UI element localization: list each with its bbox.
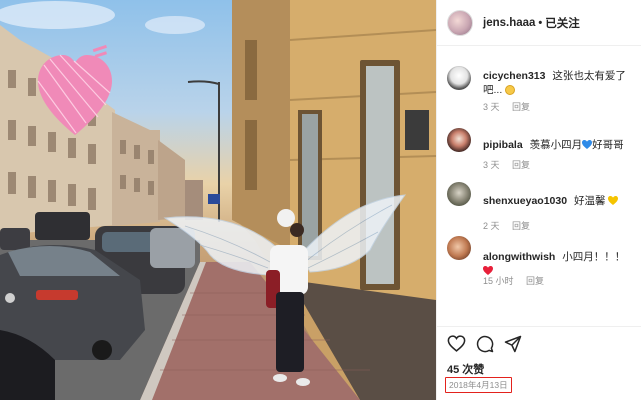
likes-count[interactable]: 45 次赞 bbox=[447, 361, 484, 377]
comment-username[interactable]: pipibala bbox=[483, 139, 523, 151]
action-icons-row bbox=[447, 335, 522, 353]
comment-text: pipibala 羡慕小四月 好哥哥 bbox=[483, 138, 635, 152]
street-scene-illustration bbox=[0, 0, 436, 400]
comment-time: 3 天 bbox=[483, 160, 500, 170]
comment-message: 羡慕小四月 bbox=[529, 139, 583, 151]
comment-item: pipibala 羡慕小四月 好哥哥 3 天 回复 bbox=[437, 118, 641, 176]
comment-meta: 3 天 回复 bbox=[483, 100, 540, 113]
author-username[interactable]: jens.haaa bbox=[483, 17, 535, 29]
comment-item: shenxueyao1030 好温馨 2 天 回复 bbox=[437, 172, 641, 231]
post-side-panel: jens.haaa • 已关注 cicychen313 这张也太有爱了吧... … bbox=[436, 0, 641, 400]
laughing-face-icon bbox=[505, 85, 516, 95]
comment-message: 小四月！！！ bbox=[562, 251, 626, 263]
comment-username[interactable]: alongwithwish bbox=[483, 251, 555, 263]
share-icon[interactable] bbox=[504, 335, 522, 353]
comment-time: 15 小时 bbox=[483, 276, 514, 286]
commenter-avatar[interactable] bbox=[447, 182, 471, 206]
comment-icon[interactable] bbox=[476, 335, 494, 353]
heart-icon[interactable] bbox=[447, 335, 466, 352]
comment-item: alongwithwish 小四月！！！ 15 小时 回复 bbox=[437, 226, 641, 287]
author-avatar[interactable] bbox=[447, 9, 473, 36]
reply-button[interactable]: 回复 bbox=[512, 160, 530, 170]
yellow-heart-icon bbox=[608, 196, 619, 205]
comment-item: cicychen313 这张也太有爱了吧... 3 天 回复 bbox=[437, 56, 641, 114]
comment-text: shenxueyao1030 好温馨 bbox=[483, 194, 635, 208]
blue-heart-icon bbox=[582, 140, 593, 149]
commenter-avatar[interactable] bbox=[447, 66, 471, 90]
follow-status-button[interactable]: 已关注 bbox=[545, 15, 580, 31]
header-separator: • bbox=[538, 16, 543, 29]
comment-meta: 3 天 回复 bbox=[483, 158, 540, 171]
comments-list: cicychen313 这张也太有爱了吧... 3 天 回复 pipibala … bbox=[437, 56, 641, 287]
post-header: jens.haaa • 已关注 bbox=[437, 0, 641, 46]
commenter-avatar[interactable] bbox=[447, 236, 471, 260]
comment-message-tail: 好哥哥 bbox=[592, 139, 624, 151]
reply-button[interactable]: 回复 bbox=[512, 102, 530, 112]
comment-text: cicychen313 这张也太有爱了吧... bbox=[483, 69, 635, 97]
comment-username[interactable]: shenxueyao1030 bbox=[483, 195, 567, 207]
comment-message: 好温馨 bbox=[573, 195, 606, 207]
comment-username[interactable]: cicychen313 bbox=[483, 70, 545, 82]
post-date: 2018年4月13日 bbox=[445, 377, 512, 393]
comment-time: 3 天 bbox=[483, 102, 500, 112]
post-photo[interactable] bbox=[0, 0, 436, 400]
commenter-avatar[interactable] bbox=[447, 128, 471, 152]
comment-meta: 15 小时 回复 bbox=[483, 274, 554, 287]
reply-button[interactable]: 回复 bbox=[526, 276, 544, 286]
post-actions: 45 次赞 2018年4月13日 bbox=[437, 326, 641, 400]
